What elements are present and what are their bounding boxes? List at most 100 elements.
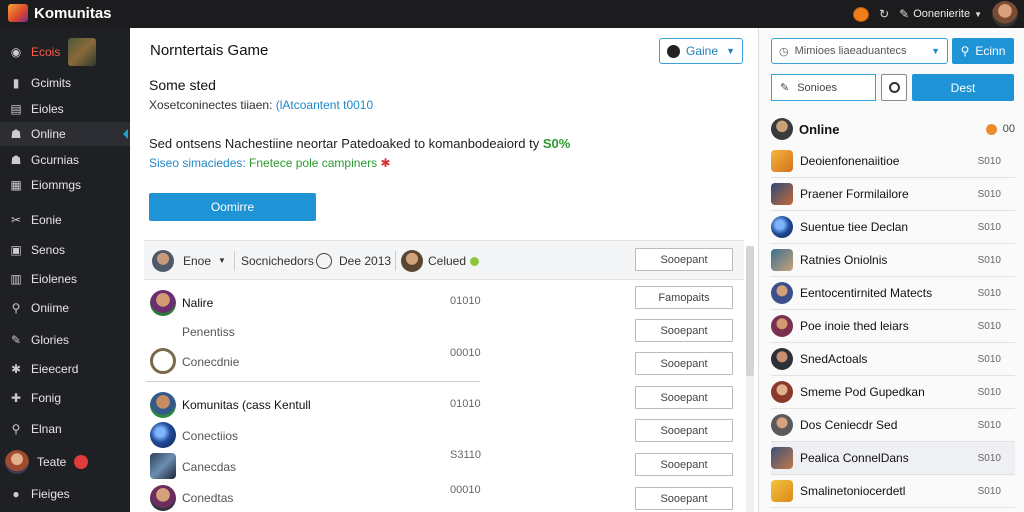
avatar — [150, 392, 176, 418]
list-icon: ▣ — [10, 243, 22, 257]
row-value: 00010 — [450, 484, 481, 496]
description: Sed ontsens Nachestiine neortar Patedoak… — [149, 136, 570, 151]
friend-item[interactable]: Dos Ceniecdr Sed S010 — [771, 409, 1015, 442]
friend-value: S010 — [977, 188, 1001, 200]
game-icon — [667, 44, 680, 58]
pumpkin-icon[interactable] — [853, 6, 870, 22]
sidebar-item-eiolenes[interactable]: ▥ Eiolenes — [0, 267, 130, 291]
sidebar-item-online[interactable]: ☗ Online — [0, 122, 130, 146]
friend-item[interactable]: Deoienfonenaiitioe S010 — [771, 145, 1015, 178]
filter-label[interactable]: Socnichedors — [241, 254, 314, 268]
sidebar-item-label: Eiommgs — [31, 178, 82, 192]
app-title: Komunitas — [34, 4, 112, 22]
row-subtitle: Canecdas — [182, 460, 237, 474]
sidebar-item-oniime[interactable]: ⚲ Oniime — [0, 296, 130, 320]
row-value: 01010 — [450, 295, 481, 307]
row-subtitle: Conecdnie — [182, 355, 240, 369]
friend-item[interactable]: Eentocentirnited Matects S010 — [771, 277, 1015, 310]
chevron-down-icon[interactable]: ▼ — [218, 256, 226, 265]
dest-button[interactable]: Dest — [912, 74, 1014, 101]
sidebar-item-label: Eonie — [31, 213, 62, 227]
sidebar-item-gcimits[interactable]: ▮ Gcimits — [0, 71, 130, 95]
outline-button[interactable]: Sooepant — [635, 487, 733, 510]
friend-name: Poe inoie thed leiars — [800, 319, 909, 333]
friend-value: S010 — [977, 353, 1001, 365]
user-icon: ● — [12, 487, 20, 501]
sidebar-item-eioles[interactable]: ▤ Eioles — [0, 97, 130, 121]
sidebar-item-elnan[interactable]: ⚲ Elnan — [0, 417, 130, 441]
gamepad-icon: ◉ — [10, 45, 22, 59]
avatar — [771, 282, 793, 304]
sidebar-item-gcurnias[interactable]: ☗ Gcurnias — [0, 148, 130, 172]
game-dropdown[interactable]: Gaine ▼ — [659, 38, 743, 64]
target-button[interactable] — [881, 74, 907, 101]
avatar — [401, 250, 423, 272]
avatar — [152, 250, 174, 272]
friend-item[interactable]: SnedActoals S010 — [771, 343, 1015, 376]
avatar — [771, 315, 793, 337]
tools-icon: ✂ — [10, 213, 22, 227]
friend-item[interactable]: Pealica ConnelDans S010 — [771, 442, 1015, 475]
pen-icon: ✎ — [899, 7, 910, 21]
filter-name[interactable]: Enoe — [183, 254, 211, 268]
sidebar-item-eonie[interactable]: ✂ Eonie — [0, 208, 130, 232]
outline-button[interactable]: Famopaits — [635, 286, 733, 309]
section-title: Some sted — [149, 77, 216, 93]
friend-name: SnedActoals — [800, 352, 868, 366]
sidebar-item-label: Elnan — [31, 422, 62, 436]
friend-name: Praener Formilailore — [800, 187, 909, 201]
outline-button[interactable]: Sooepant — [635, 386, 733, 409]
search-button-label: Ecinn — [975, 44, 1006, 58]
search-button[interactable]: ⚲ Ecinn — [952, 38, 1014, 64]
primary-button[interactable]: Oomirre — [149, 193, 316, 221]
sidebar-item-fonig[interactable]: ✚ Fonig — [0, 386, 130, 410]
avatar[interactable] — [992, 1, 1018, 27]
row-value: 00010 — [450, 347, 481, 359]
scrollbar[interactable] — [746, 246, 754, 376]
friend-name: Pealica ConnelDans — [800, 451, 909, 465]
friend-value: S010 — [977, 452, 1001, 464]
friend-item[interactable]: Ratnies Oniolnis S010 — [771, 244, 1015, 277]
filter-date[interactable]: Dee 2013 — [339, 254, 391, 268]
sidebar-item-glories[interactable]: ✎ Glories — [0, 328, 130, 352]
sidebar-item-label: Fieiges — [31, 487, 70, 501]
subtitle-link[interactable]: (lAtcoantent t0010 — [276, 98, 373, 112]
app-brand[interactable]: Komunitas — [8, 4, 112, 22]
friend-item[interactable]: Smeme Pod Gupedkan S010 — [771, 376, 1015, 409]
avatar — [150, 290, 176, 316]
outline-button[interactable]: Sooepant — [635, 419, 733, 442]
users-icon: ☗ — [10, 127, 22, 141]
friend-item[interactable]: Smalinetoniocerdetl S010 — [771, 475, 1015, 508]
row-subtitle: Penentiss — [182, 325, 235, 339]
sidebar-item-fieiges[interactable]: ● Fieiges — [0, 482, 130, 506]
friend-item[interactable]: Poe inoie thed leiars S010 — [771, 310, 1015, 343]
friend-name: Suentue tiee Declan — [800, 220, 909, 234]
refresh-icon[interactable]: ↻ — [879, 7, 889, 21]
friend-item[interactable]: Praener Formilailore S010 — [771, 178, 1015, 211]
right-panel: ◷ Mimioes liaeaduantecs ▼ ⚲ Ecinn ✎ Soni… — [758, 28, 1024, 512]
outline-button[interactable]: Sooepant — [635, 319, 733, 342]
friend-name: Deoienfonenaiitioe — [800, 154, 900, 168]
search-dropdown[interactable]: ◷ Mimioes liaeaduantecs ▼ — [771, 38, 948, 64]
game-dropdown-value: Gaine — [686, 44, 719, 58]
row-title[interactable]: Komunitas (cass Kentull — [182, 398, 311, 412]
row-subtitle: Conedtas — [182, 491, 234, 505]
friend-item[interactable]: Suentue tiee Declan S010 — [771, 211, 1015, 244]
sidebar-item-ecois[interactable]: ◉ Ecois — [0, 38, 130, 66]
users-icon: ☗ — [10, 153, 22, 167]
sidebar-item-label: Eiolenes — [31, 272, 78, 286]
sidebar-item-eiommgs[interactable]: ▦ Eiommgs — [0, 173, 130, 197]
username: Oonenierite — [913, 8, 971, 20]
sidebar-item-eieecerd[interactable]: ✱ Eieecerd — [0, 357, 130, 381]
sidebar-item-teate[interactable]: Teate — [0, 448, 130, 476]
outline-button[interactable]: Sooepant — [635, 352, 733, 375]
row-title[interactable]: Nalire — [182, 296, 213, 310]
sidebar-item-senos[interactable]: ▣ Senos — [0, 238, 130, 262]
outline-button[interactable]: Sooepant — [635, 248, 733, 271]
sidebar-item-label: Gcimits — [31, 76, 71, 90]
friend-value: S010 — [977, 221, 1001, 233]
search-icon: ⚲ — [11, 422, 21, 436]
outline-button[interactable]: Sooepant — [635, 453, 733, 476]
user-menu[interactable]: ✎ Oonenierite ▼ — [899, 7, 982, 21]
series-input[interactable]: ✎ Sonioes — [771, 74, 876, 101]
